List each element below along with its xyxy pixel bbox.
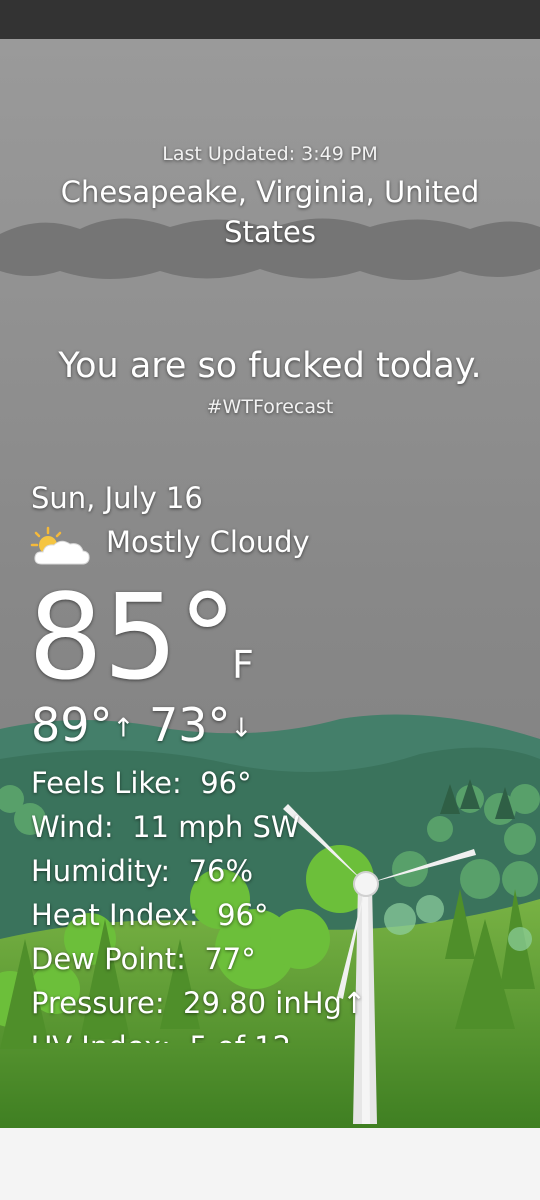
high-low-temperatures: 89°↑ 73°↓ xyxy=(31,698,252,756)
detail-label: Humidity: xyxy=(31,854,171,888)
detail-value: 5 of 12 xyxy=(189,1030,291,1043)
arrow-up-icon: ↑ xyxy=(112,713,135,744)
detail-heat-index: Heat Index: 96° xyxy=(31,893,366,937)
low-temperature: 73° xyxy=(148,698,231,752)
forecast-tagline: You are so fucked today. xyxy=(58,346,482,386)
status-bar xyxy=(0,0,540,39)
arrow-down-icon: ↓ xyxy=(230,713,253,744)
last-updated-label: Last Updated: 3:49 PM xyxy=(162,143,378,165)
detail-value: 77° xyxy=(204,942,256,976)
detail-feels-like: Feels Like: 96° xyxy=(31,761,366,805)
condition-label: Mostly Cloudy xyxy=(106,525,310,559)
current-temperature: 85° xyxy=(28,568,238,706)
detail-uv-index: UV Index: 5 of 12 xyxy=(31,1025,366,1043)
detail-value: 11 mph SW xyxy=(132,810,300,844)
bottom-bar xyxy=(0,1128,540,1200)
detail-humidity: Humidity: 76% xyxy=(31,849,366,893)
detail-label: Feels Like: xyxy=(31,766,182,800)
detail-label: Dew Point: xyxy=(31,942,186,976)
location-title: Chesapeake, Virginia, United States xyxy=(60,175,480,249)
temperature-unit: F xyxy=(232,643,254,687)
weather-details-list[interactable]: Feels Like: 96° Wind: 11 mph SW Humidity… xyxy=(31,761,366,1043)
forecast-hashtag: #WTForecast xyxy=(206,396,334,418)
detail-label: Heat Index: xyxy=(31,898,199,932)
weather-scene: Last Updated: 3:49 PM Chesapeake, Virgin… xyxy=(0,39,540,1128)
detail-label: UV Index: xyxy=(31,1030,171,1043)
detail-value: 76% xyxy=(188,854,254,888)
partly-cloudy-icon xyxy=(30,526,90,565)
detail-value: 96° xyxy=(200,766,252,800)
detail-wind: Wind: 11 mph SW xyxy=(31,805,366,849)
current-date: Sun, July 16 xyxy=(31,481,203,515)
high-temperature: 89° xyxy=(31,698,113,752)
detail-pressure: Pressure: 29.80 inHg↑ xyxy=(31,981,366,1025)
detail-value: 29.80 inHg↑ xyxy=(183,986,367,1020)
detail-label: Pressure: xyxy=(31,986,165,1020)
detail-label: Wind: xyxy=(31,810,114,844)
detail-dew-point: Dew Point: 77° xyxy=(31,937,366,981)
detail-value: 96° xyxy=(217,898,269,932)
